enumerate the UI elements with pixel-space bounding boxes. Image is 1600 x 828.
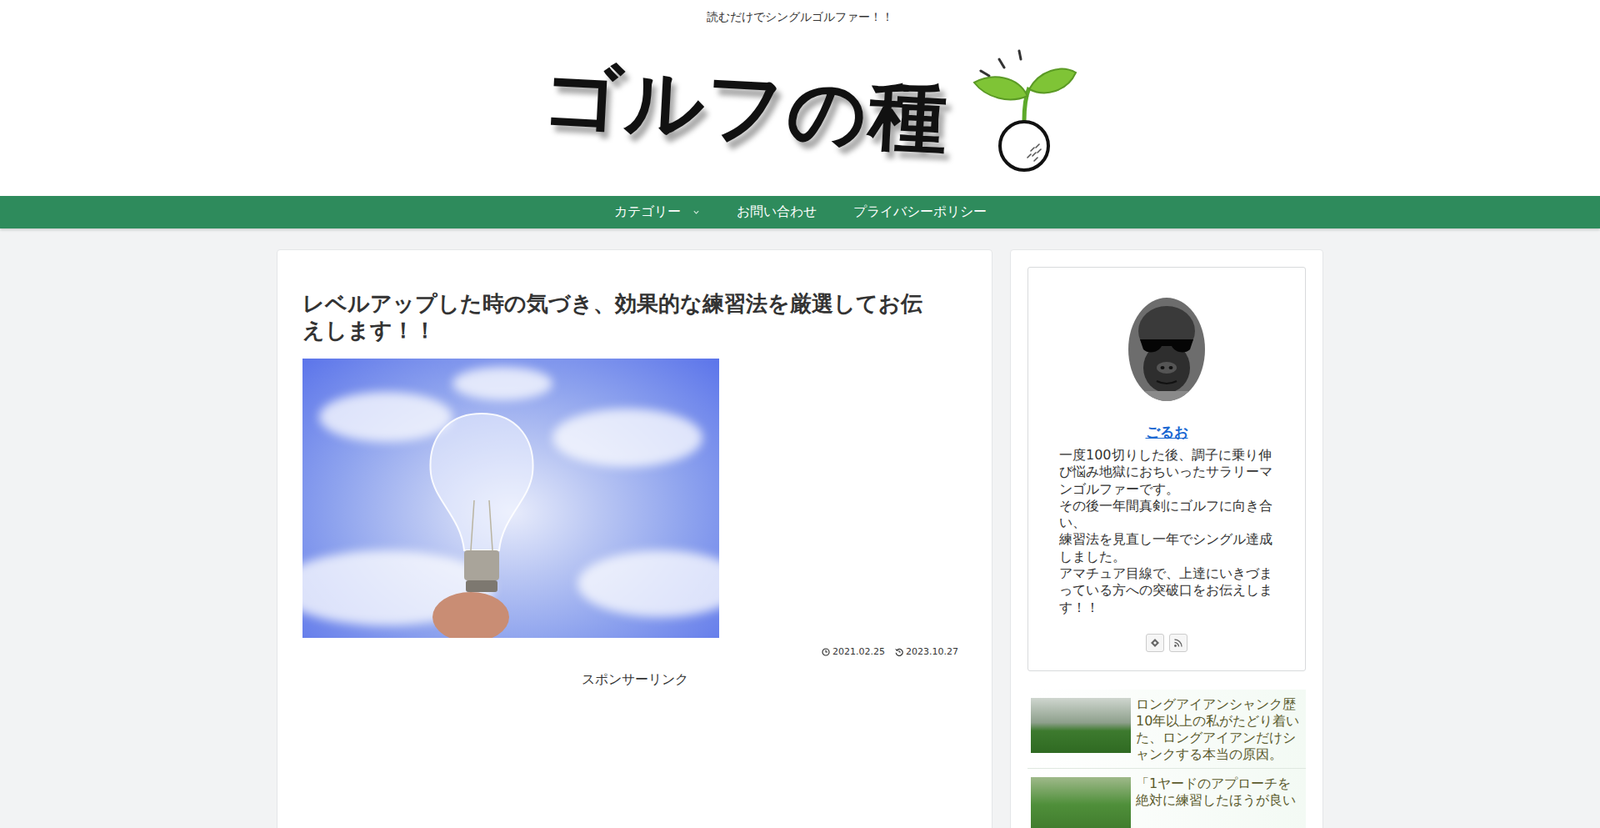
post-dates: 2021.02.25 2023.10.27 [302, 645, 967, 657]
sprout-ball-icon [969, 47, 1080, 173]
logo[interactable]: ゴルフの種 [537, 30, 1080, 190]
nav-item[interactable]: カテゴリー [595, 203, 719, 221]
bio-line: アマチュア目線で、上達にいきづまっている方への突破口をお伝えします！！ [1059, 565, 1275, 616]
nav-label[interactable]: プライバシーポリシー [853, 203, 987, 221]
rss-button[interactable] [1169, 633, 1188, 652]
sponsor-label: スポンサーリンク [302, 670, 967, 689]
chevron-down-icon [692, 208, 700, 216]
tagline: 読むだけでシングルゴルファー！！ [706, 9, 894, 25]
lightbulb-photo [419, 408, 545, 638]
post-title[interactable]: 「1ヤードのアプローチを絶対に練習したほうが良い [1135, 775, 1303, 828]
rss-icon [1173, 637, 1184, 648]
profile-box: ごるお一度100切りした後、調子に乗り伸び悩み地獄におちいったサラリーマンゴルフ… [1027, 266, 1306, 671]
main-nav: カテゴリー お問い合わせ プライバシーポリシー [0, 195, 1600, 229]
nav-label[interactable]: カテゴリー [614, 203, 681, 221]
site-header: 読むだけでシングルゴルファー！！ ゴルフの種 [0, 0, 1600, 196]
content-area: レベルアップした時の気づき、効果的な練習法を厳選してお伝えします！！ 2021.0… [276, 249, 1324, 828]
bio-line: その後一年間真剣にゴルフに向き合い、 [1059, 497, 1275, 532]
updated-text: 2023.10.27 [905, 645, 959, 657]
bio-line: 練習法を見直し一年でシングル達成しました。 [1059, 530, 1275, 565]
post-thumbnail[interactable] [1030, 776, 1131, 828]
author-bio: 一度100切りした後、調子に乗り伸び悩み地獄におちいったサラリーマンゴルファーで… [1059, 446, 1275, 616]
follow-buttons [1145, 633, 1188, 652]
popular-post[interactable]: 「1ヤードのアプローチを絶対に練習したほうが良い [1027, 768, 1306, 828]
published-text: 2021.02.25 [832, 645, 885, 657]
eyecatch-image [302, 358, 720, 638]
nav-item[interactable]: お問い合わせ [718, 203, 835, 221]
nav-item[interactable]: プライバシーポリシー [835, 203, 1005, 221]
popular-posts: ロングアイアンシャンク歴10年以上の私がたどり着いた、ロングアイアンだけシャンク… [1027, 689, 1306, 828]
cloud [577, 550, 720, 617]
updated-date: 2023.10.27 [895, 645, 959, 657]
post-thumbnail[interactable] [1030, 697, 1131, 753]
article-card: レベルアップした時の気づき、効果的な練習法を厳選してお伝えします！！ 2021.0… [276, 249, 993, 828]
feedly-button[interactable] [1145, 633, 1165, 652]
published-date: 2021.02.25 [821, 645, 885, 657]
bio-line: 一度100切りした後、調子に乗り伸び悩み地獄におちいったサラリーマンゴルファーで… [1059, 446, 1275, 498]
post-title[interactable]: ロングアイアンシャンク歴10年以上の私がたどり着いた、ロングアイアンだけシャンク… [1135, 695, 1303, 763]
article-title: レベルアップした時の気づき、効果的な練習法を厳選してお伝えします！！ [302, 290, 945, 344]
popular-post[interactable]: ロングアイアンシャンク歴10年以上の私がたどり着いた、ロングアイアンだけシャンク… [1027, 689, 1306, 769]
nav-label[interactable]: お問い合わせ [736, 203, 817, 221]
sidebar: ごるお一度100切りした後、調子に乗り伸び悩み地獄におちいったサラリーマンゴルフ… [1010, 249, 1324, 828]
avatar-icon [1128, 297, 1205, 401]
author-name-link[interactable]: ごるお [1145, 421, 1189, 442]
cloud [552, 408, 703, 467]
cloud [319, 391, 453, 442]
logo-text[interactable]: ゴルフの種 [535, 44, 957, 172]
history-icon [895, 647, 904, 656]
cloud [452, 366, 553, 400]
feedly-icon [1150, 637, 1160, 648]
clock-icon [821, 647, 830, 656]
